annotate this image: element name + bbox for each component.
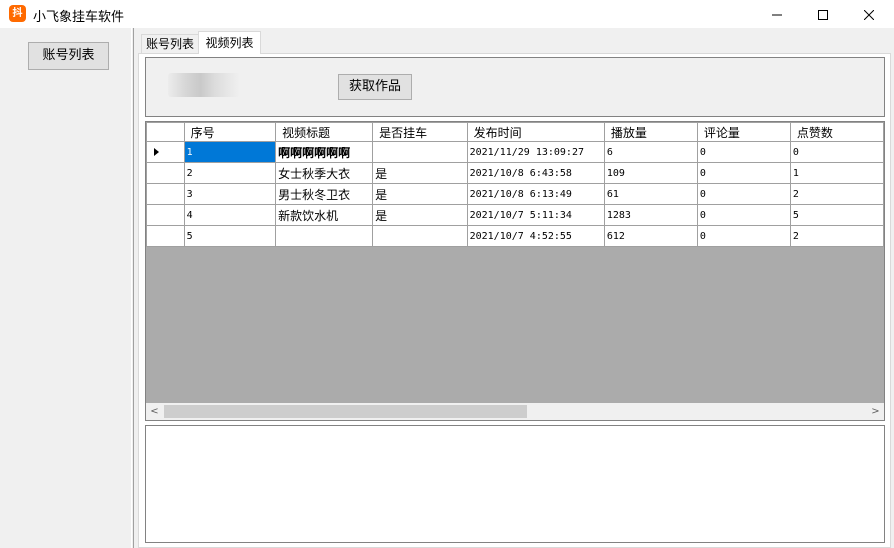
log-textbox[interactable] bbox=[145, 425, 885, 543]
column-header-title[interactable]: 视频标题 bbox=[275, 122, 374, 142]
column-header-plays[interactable]: 播放量 bbox=[603, 122, 698, 142]
scroll-left-icon[interactable]: < bbox=[146, 403, 163, 420]
cell-index[interactable]: 2 bbox=[183, 162, 277, 184]
cell-has-cart[interactable]: 是 bbox=[372, 183, 468, 205]
column-header-likes[interactable]: 点赞数 bbox=[789, 122, 884, 142]
cell-has-cart[interactable] bbox=[372, 141, 468, 163]
get-works-button[interactable]: 获取作品 bbox=[338, 74, 412, 100]
row-header[interactable] bbox=[146, 225, 185, 247]
cell-comments[interactable]: 0 bbox=[696, 141, 791, 163]
cell-title[interactable]: 女士秋季大衣 bbox=[275, 162, 374, 184]
cell-plays[interactable]: 612 bbox=[603, 225, 698, 247]
scroll-thumb[interactable] bbox=[164, 405, 527, 418]
cell-plays[interactable]: 61 bbox=[603, 183, 698, 205]
horizontal-scrollbar[interactable]: < > bbox=[146, 403, 884, 420]
header-row: 序号 视频标题 是否挂车 发布时间 播放量 评论量 点赞数 bbox=[146, 122, 884, 142]
table-row[interactable]: 2 女士秋季大衣 是 2021/10/8 6:43:58 109 0 1 bbox=[146, 162, 884, 184]
cell-comments[interactable]: 0 bbox=[696, 162, 791, 184]
panel-divider bbox=[131, 28, 132, 548]
cell-index[interactable]: 4 bbox=[183, 204, 277, 226]
cell-likes[interactable]: 2 bbox=[789, 225, 884, 247]
scroll-right-icon[interactable]: > bbox=[867, 403, 884, 420]
window-title: 小飞象挂车软件 bbox=[33, 10, 125, 25]
cell-published[interactable]: 2021/10/8 6:13:49 bbox=[466, 183, 605, 205]
cell-title[interactable] bbox=[275, 225, 374, 247]
current-row-arrow-icon bbox=[154, 148, 159, 156]
video-table: 序号 视频标题 是否挂车 发布时间 播放量 评论量 点赞数 1 啊啊啊啊啊啊 2… bbox=[146, 122, 884, 247]
column-header-comments[interactable]: 评论量 bbox=[696, 122, 791, 142]
corner-header bbox=[146, 122, 185, 142]
table-row[interactable]: 3 男士秋冬卫衣 是 2021/10/8 6:13:49 61 0 2 bbox=[146, 183, 884, 205]
minimize-icon bbox=[772, 14, 782, 15]
cell-plays[interactable]: 1283 bbox=[603, 204, 698, 226]
cell-likes[interactable]: 5 bbox=[789, 204, 884, 226]
close-button[interactable] bbox=[846, 0, 892, 28]
cell-published[interactable]: 2021/10/7 4:52:55 bbox=[466, 225, 605, 247]
cell-title[interactable]: 新款饮水机 bbox=[275, 204, 374, 226]
cell-comments[interactable]: 0 bbox=[696, 225, 791, 247]
table-row[interactable]: 4 新款饮水机 是 2021/10/7 5:11:34 1283 0 5 bbox=[146, 204, 884, 226]
cell-index[interactable]: 3 bbox=[183, 183, 277, 205]
video-grid: 序号 视频标题 是否挂车 发布时间 播放量 评论量 点赞数 1 啊啊啊啊啊啊 2… bbox=[145, 121, 885, 421]
app-logo-icon: 抖 bbox=[9, 5, 26, 22]
cell-comments[interactable]: 0 bbox=[696, 204, 791, 226]
table-row[interactable]: 1 啊啊啊啊啊啊 2021/11/29 13:09:27 6 0 0 bbox=[146, 141, 884, 163]
top-panel bbox=[145, 57, 885, 117]
cell-has-cart[interactable]: 是 bbox=[372, 162, 468, 184]
accounts-list-button[interactable]: 账号列表 bbox=[28, 42, 109, 70]
cell-comments[interactable]: 0 bbox=[696, 183, 791, 205]
cell-has-cart[interactable]: 是 bbox=[372, 204, 468, 226]
cell-index[interactable]: 5 bbox=[183, 225, 277, 247]
cell-plays[interactable]: 109 bbox=[603, 162, 698, 184]
grid-area: 序号 视频标题 是否挂车 发布时间 播放量 评论量 点赞数 1 啊啊啊啊啊啊 2… bbox=[146, 122, 884, 403]
cell-index[interactable]: 1 bbox=[183, 141, 277, 163]
column-header-published[interactable]: 发布时间 bbox=[466, 122, 605, 142]
column-header-index[interactable]: 序号 bbox=[183, 122, 277, 142]
table-row[interactable]: 5 2021/10/7 4:52:55 612 0 2 bbox=[146, 225, 884, 247]
tab-accounts[interactable]: 账号列表 bbox=[141, 34, 199, 53]
row-header[interactable] bbox=[146, 183, 185, 205]
cell-published[interactable]: 2021/10/8 6:43:58 bbox=[466, 162, 605, 184]
minimize-button[interactable] bbox=[754, 0, 800, 28]
row-header[interactable] bbox=[146, 162, 185, 184]
maximize-icon bbox=[818, 9, 828, 20]
cell-published[interactable]: 2021/10/7 5:11:34 bbox=[466, 204, 605, 226]
maximize-button[interactable] bbox=[800, 0, 846, 28]
cell-plays[interactable]: 6 bbox=[603, 141, 698, 163]
cell-likes[interactable]: 2 bbox=[789, 183, 884, 205]
cell-title[interactable]: 啊啊啊啊啊啊 bbox=[275, 141, 374, 163]
column-header-has-cart[interactable]: 是否挂车 bbox=[372, 122, 468, 142]
cell-has-cart[interactable] bbox=[372, 225, 468, 247]
close-icon bbox=[863, 9, 875, 20]
title-bar: 抖 小飞象挂车软件 bbox=[0, 0, 894, 28]
cell-title[interactable]: 男士秋冬卫衣 bbox=[275, 183, 374, 205]
cell-likes[interactable]: 0 bbox=[789, 141, 884, 163]
row-header[interactable] bbox=[146, 141, 185, 163]
cell-published[interactable]: 2021/11/29 13:09:27 bbox=[466, 141, 605, 163]
left-panel bbox=[0, 28, 134, 548]
row-header[interactable] bbox=[146, 204, 185, 226]
blurred-account-avatar bbox=[168, 73, 240, 97]
tab-videos[interactable]: 视频列表 bbox=[198, 31, 261, 54]
cell-likes[interactable]: 1 bbox=[789, 162, 884, 184]
